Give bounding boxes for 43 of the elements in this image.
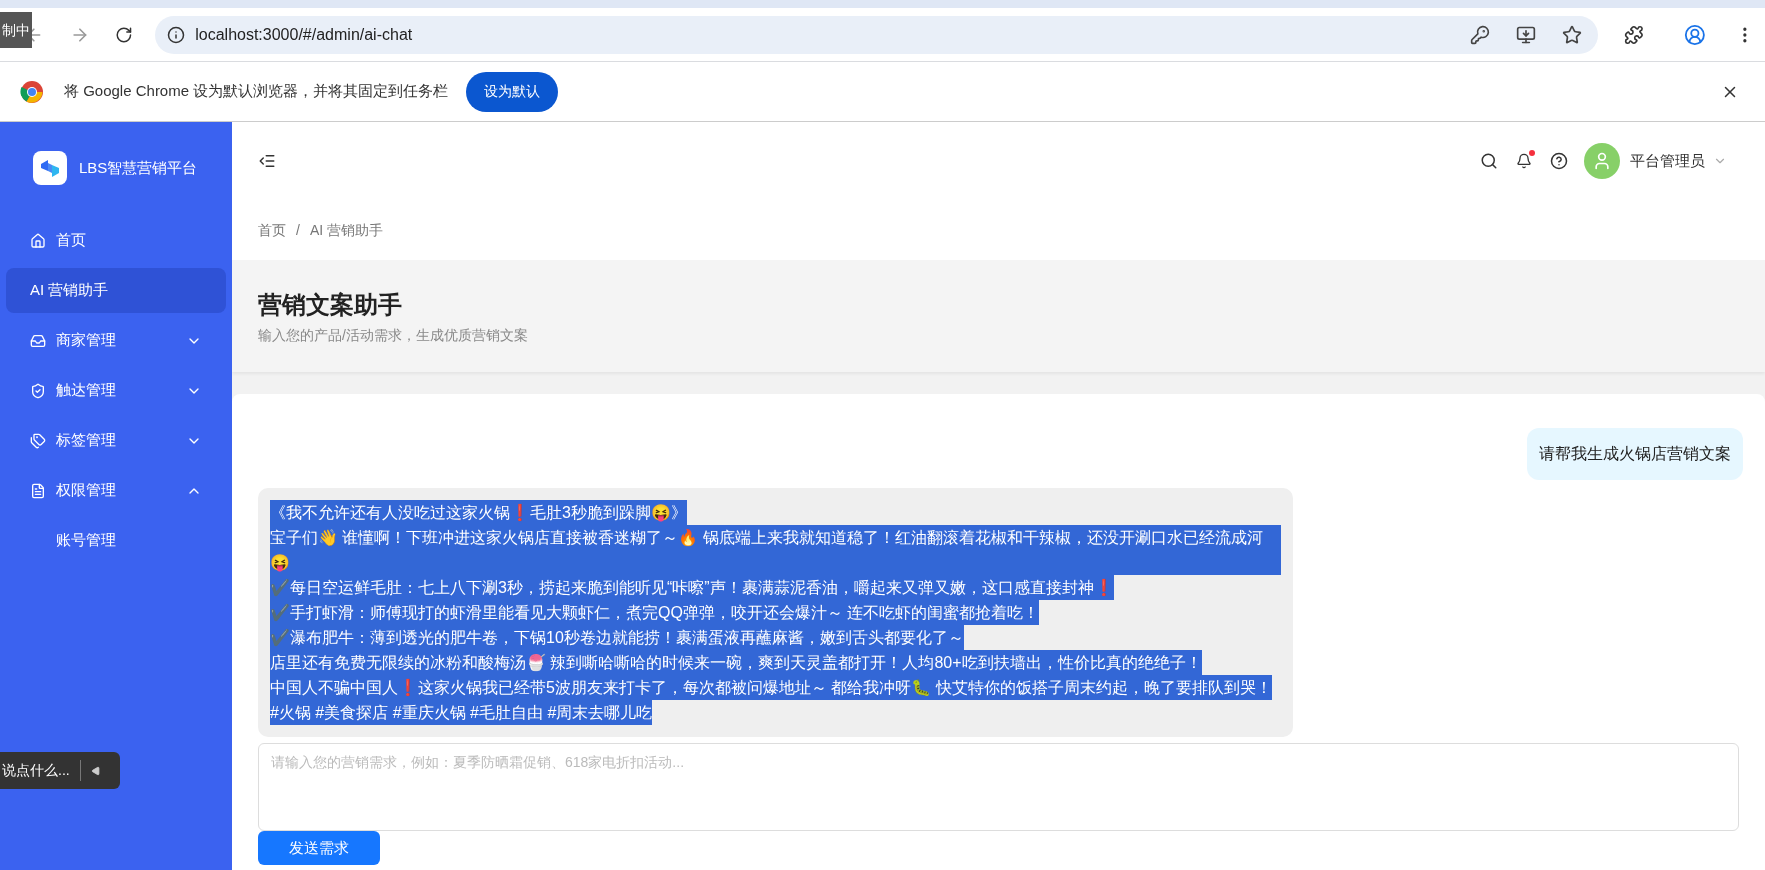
page-subtitle: 输入您的产品/活动需求，生成优质营销文案 (258, 325, 529, 345)
user-name[interactable]: 平台管理员 (1630, 149, 1705, 173)
home-icon (30, 232, 46, 249)
address-bar[interactable]: localhost:3000/#/admin/ai-chat (155, 15, 1598, 54)
input-field[interactable]: 请输入您的营销需求，例如：夏季防晒霜促销、618家电折扣活动... (258, 743, 1739, 831)
chrome-logo-icon (20, 79, 44, 104)
sidebar-item[interactable]: 标签管理 (6, 418, 226, 463)
breadcrumb-item: AI 营销助手 (309, 220, 383, 240)
install-icon[interactable] (1515, 24, 1536, 45)
reload-icon[interactable] (115, 25, 134, 44)
sidebar-item[interactable]: 首页 (6, 218, 226, 263)
bell-icon[interactable] (1516, 153, 1532, 169)
set-default-button[interactable]: 设为默认 (466, 71, 559, 112)
info-icon[interactable] (167, 25, 186, 44)
document-icon (30, 482, 46, 499)
brand-logo-icon (33, 151, 67, 185)
menu-collapse-icon[interactable] (258, 152, 276, 170)
sidebar-subitem[interactable]: 账号管理 (6, 518, 226, 563)
sidebar-item[interactable]: AI 营销助手 (6, 268, 226, 313)
url-text: localhost:3000/#/admin/ai-chat (195, 24, 413, 45)
extensions-icon[interactable] (1623, 24, 1644, 45)
breadcrumb-item[interactable]: 首页 (258, 219, 286, 241)
help-icon[interactable] (1550, 152, 1568, 170)
profile-icon[interactable] (1683, 23, 1706, 46)
overlay-text: 说点什么... (0, 760, 81, 781)
brand-name: LBS智慧营销平台 (79, 157, 198, 178)
sidebar-item[interactable]: 商家管理 (6, 318, 226, 363)
key-icon[interactable] (1469, 24, 1490, 45)
top-overlay: 制中 (0, 12, 32, 48)
send-button[interactable]: 发送需求 (258, 831, 380, 865)
star-icon[interactable] (1561, 24, 1582, 45)
search-icon[interactable] (1480, 152, 1498, 170)
infobar-message: 将 Google Chrome 设为默认浏览器，并将其固定到任务栏 (64, 81, 449, 102)
user-icon (1592, 151, 1612, 171)
tag-icon (30, 432, 46, 449)
page-title: 营销文案助手 (258, 289, 403, 320)
inbox-icon (30, 332, 46, 349)
shield-icon (30, 382, 46, 399)
breadcrumb-separator: / (296, 220, 300, 240)
sidebar-item[interactable]: 权限管理 (6, 468, 226, 513)
user-message: 请帮我生成火锅店营销文案 (1527, 428, 1743, 480)
sidebar-item[interactable]: 触达管理 (6, 368, 226, 413)
collapse-icon[interactable] (90, 765, 101, 776)
